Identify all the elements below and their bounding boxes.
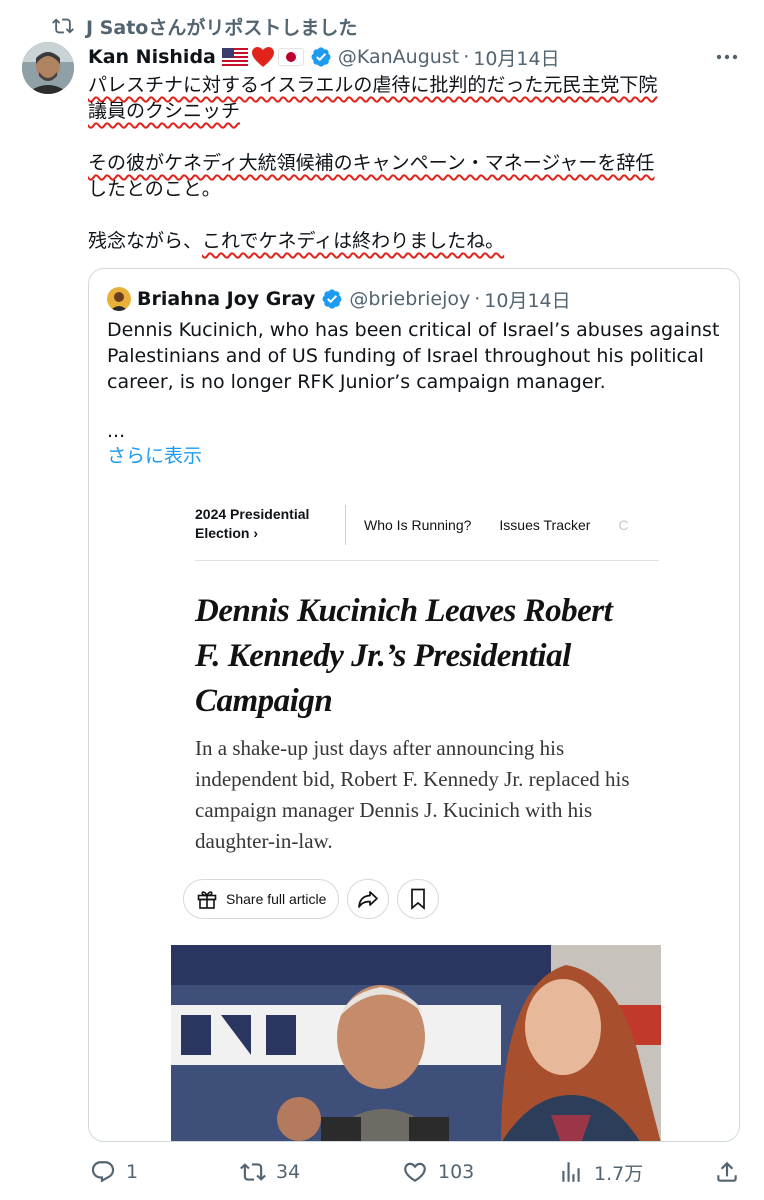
tweet-header: Kan Nishida @KanAugust · 10月14日 bbox=[88, 42, 740, 72]
text-line: パレスチナに対するイスラエルの虐待に批判的だった元民主党下院 bbox=[88, 74, 658, 96]
text-line: これでケネディは終わりましたね。 bbox=[202, 230, 505, 252]
repost-count: 34 bbox=[276, 1161, 301, 1183]
text-line: 議員のクシニッチ bbox=[88, 100, 241, 122]
article-summary: In a shake-up just days after announcing… bbox=[195, 736, 630, 853]
article-share-button[interactable] bbox=[347, 879, 390, 919]
reply-icon bbox=[91, 1161, 115, 1183]
author-emoji bbox=[221, 46, 304, 68]
quote-author-name: Briahna Joy Gray bbox=[137, 288, 316, 310]
share-full-article-button[interactable]: Share full article bbox=[183, 879, 340, 919]
share-icon bbox=[717, 1161, 737, 1182]
bookmark-icon bbox=[411, 888, 426, 910]
quoted-tweet[interactable]: Briahna Joy Gray @briebriejoy · 10月14日 D… bbox=[88, 268, 740, 1142]
author-avatar[interactable] bbox=[22, 42, 74, 94]
article-headline: Dennis Kucinich Leaves Robert F. Kennedy… bbox=[195, 593, 613, 719]
quote-date: 10月14日 bbox=[484, 289, 571, 312]
more-options-button[interactable] bbox=[714, 46, 740, 68]
article-actions: Share full article bbox=[183, 879, 440, 919]
quote-author-handle: @briebriejoy bbox=[349, 288, 471, 310]
article-nav: 2024 Presidential Election › Who Is Runn… bbox=[195, 495, 659, 561]
more-icon bbox=[716, 54, 738, 60]
reply-button[interactable]: 1 bbox=[90, 1159, 138, 1185]
repost-icon bbox=[52, 15, 74, 37]
article-preview[interactable]: 2024 Presidential Election › Who Is Runn… bbox=[171, 479, 661, 1141]
repost-icon bbox=[240, 1163, 266, 1181]
flag-jp-icon bbox=[277, 48, 304, 66]
quote-author-avatar bbox=[107, 287, 131, 311]
article-save-button[interactable] bbox=[397, 879, 440, 919]
nav-truncated-item[interactable]: C bbox=[618, 517, 628, 533]
separator: · bbox=[463, 46, 470, 68]
text-line: 残念ながら、 bbox=[88, 230, 203, 252]
like-count: 103 bbox=[438, 1161, 475, 1183]
heart-icon bbox=[404, 1162, 426, 1182]
repost-button[interactable]: 34 bbox=[240, 1159, 300, 1185]
author-handle[interactable]: @KanAugust bbox=[338, 46, 459, 68]
views-count: 1.7万 bbox=[594, 1162, 644, 1185]
quote-text: Dennis Kucinich, who has been critical o… bbox=[107, 319, 720, 393]
article-photo bbox=[171, 945, 661, 1141]
text-line: したとのこと。 bbox=[88, 178, 221, 200]
verified-badge-icon bbox=[311, 47, 331, 67]
flag-us-icon bbox=[221, 48, 248, 66]
nav-who-is-running[interactable]: Who Is Running? bbox=[364, 517, 471, 533]
election-label-line2: Election › bbox=[195, 525, 259, 541]
article-nav-items: Who Is Running? Issues Tracker C bbox=[346, 495, 629, 533]
verified-badge-icon bbox=[322, 289, 342, 309]
quote-header: Briahna Joy Gray @briebriejoy · 10月14日 bbox=[107, 285, 571, 313]
nav-issues-tracker[interactable]: Issues Tracker bbox=[499, 517, 590, 533]
show-more-link[interactable]: さらに表示 bbox=[107, 443, 202, 469]
like-button[interactable]: 103 bbox=[402, 1159, 474, 1185]
text-line: その彼がケネディ大統領候補のキャンペーン・マネージャーを辞任 bbox=[88, 152, 655, 174]
tweet-actions: 1 34 103 1.7万 bbox=[88, 1150, 740, 1194]
views-button[interactable]: 1.7万 bbox=[558, 1159, 643, 1186]
tweet-date[interactable]: 10月14日 bbox=[473, 44, 559, 71]
share-button[interactable] bbox=[714, 1159, 740, 1185]
reply-count: 1 bbox=[126, 1161, 139, 1183]
separator: · bbox=[474, 288, 481, 310]
quote-ellipsis: ... bbox=[107, 420, 126, 442]
tweet-text: パレスチナに対するイスラエルの虐待に批判的だった元民主党下院 議員のクシニッチ … bbox=[88, 72, 738, 254]
views-chart-icon bbox=[562, 1162, 580, 1182]
repost-indicator[interactable]: J Satoさんがリポストしました bbox=[52, 12, 357, 40]
election-label-line1: 2024 Presidential bbox=[195, 506, 310, 522]
repost-text: J Satoさんがリポストしました bbox=[86, 16, 358, 39]
author-name[interactable]: Kan Nishida bbox=[88, 46, 216, 68]
gift-icon bbox=[197, 891, 217, 909]
share-arrow-icon bbox=[358, 891, 379, 908]
share-full-article-label: Share full article bbox=[226, 891, 327, 907]
election-section-link[interactable]: 2024 Presidential Election › bbox=[195, 495, 345, 543]
red-heart-icon bbox=[251, 47, 274, 67]
